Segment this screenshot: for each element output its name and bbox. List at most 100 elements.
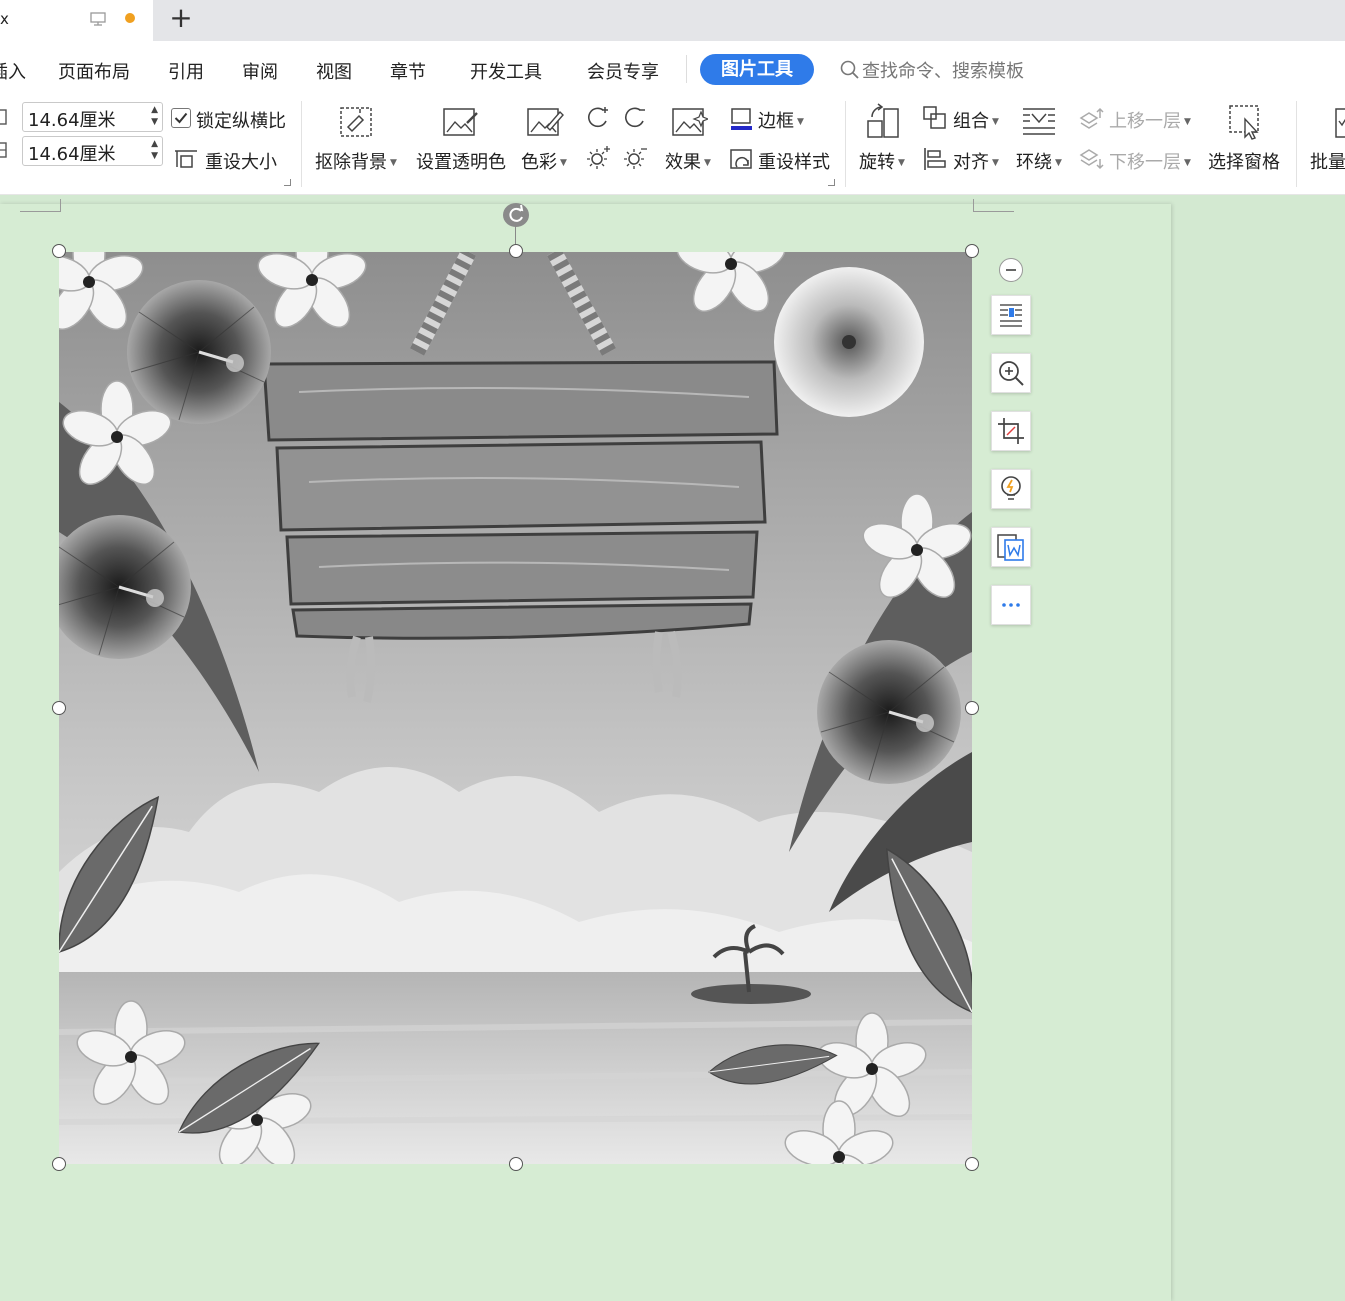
rotation-handle-stem xyxy=(515,226,516,246)
zoom-picture-button[interactable] xyxy=(991,353,1031,393)
menu-review[interactable]: 审阅 xyxy=(242,58,278,84)
remove-background-button[interactable]: 抠除背景 ▼ xyxy=(315,148,397,174)
selected-picture[interactable] xyxy=(59,252,972,1164)
reset-size-icon xyxy=(175,150,197,168)
menu-bar: 插入 页面布局 引用 审阅 视图 章节 开发工具 会员专享 图片工具 查找命令、… xyxy=(0,41,1345,97)
picture-tools-ribbon: 14.64厘米 ▲ ▼ 14.64厘米 ▲ ▼ 锁定纵横比 重设大小 抠除背景 ▼ 设… xyxy=(0,97,1345,195)
effects-icon xyxy=(672,108,708,136)
crop-icon xyxy=(998,418,1024,444)
more-icon xyxy=(1002,603,1020,607)
lock-ratio-label[interactable]: 锁定纵横比 xyxy=(196,107,286,133)
search-icon xyxy=(840,60,859,79)
increase-contrast-icon[interactable] xyxy=(585,105,611,131)
ribbon-divider xyxy=(301,101,302,187)
picture-dialog-launcher-icon[interactable] xyxy=(828,179,835,186)
resize-handle-bottom-left[interactable] xyxy=(52,1157,66,1171)
wooden-sign xyxy=(262,360,779,640)
menu-member[interactable]: 会员专享 xyxy=(587,58,659,84)
tab-picture-tools[interactable]: 图片工具 xyxy=(700,54,814,85)
menu-references[interactable]: 引用 xyxy=(168,58,204,84)
reset-style-button[interactable]: 重设样式 xyxy=(758,148,830,174)
decrease-contrast-icon[interactable] xyxy=(622,105,648,131)
menu-divider xyxy=(686,55,687,83)
transparent-color-icon xyxy=(443,108,478,136)
size-dialog-launcher-icon[interactable] xyxy=(284,179,291,186)
word-document-icon xyxy=(997,534,1024,561)
height-input[interactable]: 14.64厘米 ▲ ▼ xyxy=(22,136,163,166)
resize-handle-bottom[interactable] xyxy=(509,1157,523,1171)
set-transparent-color-button[interactable]: 设置透明色 xyxy=(416,148,506,174)
height-stepper[interactable]: ▲ ▼ xyxy=(151,138,158,162)
page-corner-mark xyxy=(20,199,61,212)
selection-pane-icon xyxy=(1229,105,1259,140)
tab-title: x xyxy=(0,10,9,28)
crop-button[interactable] xyxy=(991,411,1031,451)
decrease-brightness-icon[interactable] xyxy=(622,145,648,171)
resize-handle-bottom-right[interactable] xyxy=(965,1157,979,1171)
text-wrap-icon xyxy=(1023,108,1055,135)
wrap-button[interactable]: 环绕 ▼ xyxy=(1016,148,1062,174)
menu-page-layout[interactable]: 页面布局 xyxy=(58,58,130,84)
refresh-icon xyxy=(509,204,524,222)
checkmark-icon xyxy=(174,112,188,124)
tropical-sign-image xyxy=(59,252,972,1164)
picture-to-text-button[interactable] xyxy=(991,527,1031,567)
zoom-in-icon xyxy=(999,361,1024,386)
smart-suggest-button[interactable] xyxy=(991,469,1031,509)
bring-forward-icon xyxy=(1079,107,1104,129)
resize-handle-right[interactable] xyxy=(965,701,979,715)
unsaved-dot-icon xyxy=(125,13,135,23)
send-backward-button[interactable]: 下移一层 ▼ xyxy=(1109,148,1191,174)
width-icon xyxy=(0,109,7,125)
height-value: 14.64厘米 xyxy=(28,144,116,165)
send-backward-icon xyxy=(1079,149,1104,170)
command-search[interactable]: 查找命令、搜索模板 xyxy=(840,57,1024,83)
bring-forward-button[interactable]: 上移一层 ▼ xyxy=(1109,107,1191,133)
lock-ratio-checkbox[interactable] xyxy=(171,108,191,128)
menu-insert[interactable]: 插入 xyxy=(0,58,26,84)
menu-section[interactable]: 章节 xyxy=(390,58,426,84)
align-button[interactable]: 对齐 ▼ xyxy=(953,148,999,174)
menu-view[interactable]: 视图 xyxy=(316,58,352,84)
rotate-icon xyxy=(867,103,899,138)
reset-style-icon xyxy=(730,149,752,169)
new-tab-button[interactable]: + xyxy=(168,4,194,34)
search-placeholder: 查找命令、搜索模板 xyxy=(862,61,1024,82)
resize-handle-top[interactable] xyxy=(509,244,523,258)
ribbon-divider xyxy=(845,101,846,187)
group-icon xyxy=(923,106,946,129)
width-input[interactable]: 14.64厘米 ▲ ▼ xyxy=(22,102,163,132)
border-button[interactable]: 边框 ▼ xyxy=(758,107,804,133)
align-icon xyxy=(924,148,946,170)
height-icon xyxy=(0,142,7,158)
width-value: 14.64厘米 xyxy=(28,110,116,131)
color-button[interactable]: 色彩 ▼ xyxy=(521,148,567,174)
layout-options-button[interactable] xyxy=(991,295,1031,335)
remove-background-icon xyxy=(340,107,372,137)
tab-strip: x + xyxy=(0,0,1345,41)
border-icon xyxy=(731,108,752,130)
reset-size-button[interactable]: 重设大小 xyxy=(205,148,277,174)
resize-handle-top-left[interactable] xyxy=(52,244,66,258)
increase-brightness-icon[interactable] xyxy=(585,145,611,171)
menu-developer-tools[interactable]: 开发工具 xyxy=(470,58,542,84)
collapse-toolbar-icon[interactable] xyxy=(999,258,1023,282)
lightbulb-icon xyxy=(1001,476,1021,500)
selection-pane-button[interactable]: 选择窗格 xyxy=(1208,148,1280,174)
resize-handle-left[interactable] xyxy=(52,701,66,715)
layout-options-icon xyxy=(1000,304,1022,327)
color-icon xyxy=(527,108,564,136)
resize-handle-top-right[interactable] xyxy=(965,244,979,258)
more-options-button[interactable] xyxy=(991,585,1031,625)
monitor-icon xyxy=(90,12,106,26)
batch-button[interactable]: 批量 xyxy=(1310,148,1345,174)
batch-icon xyxy=(1335,108,1345,138)
group-button[interactable]: 组合 ▼ xyxy=(953,107,999,133)
document-tab[interactable]: x xyxy=(0,0,153,41)
width-stepper[interactable]: ▲ ▼ xyxy=(151,104,158,128)
page-corner-mark xyxy=(973,199,1014,212)
rotate-button[interactable]: 旋转 ▼ xyxy=(859,148,905,174)
rotate-handle-icon[interactable] xyxy=(503,203,529,227)
ribbon-divider xyxy=(1296,101,1297,187)
effects-button[interactable]: 效果 ▼ xyxy=(665,148,711,174)
